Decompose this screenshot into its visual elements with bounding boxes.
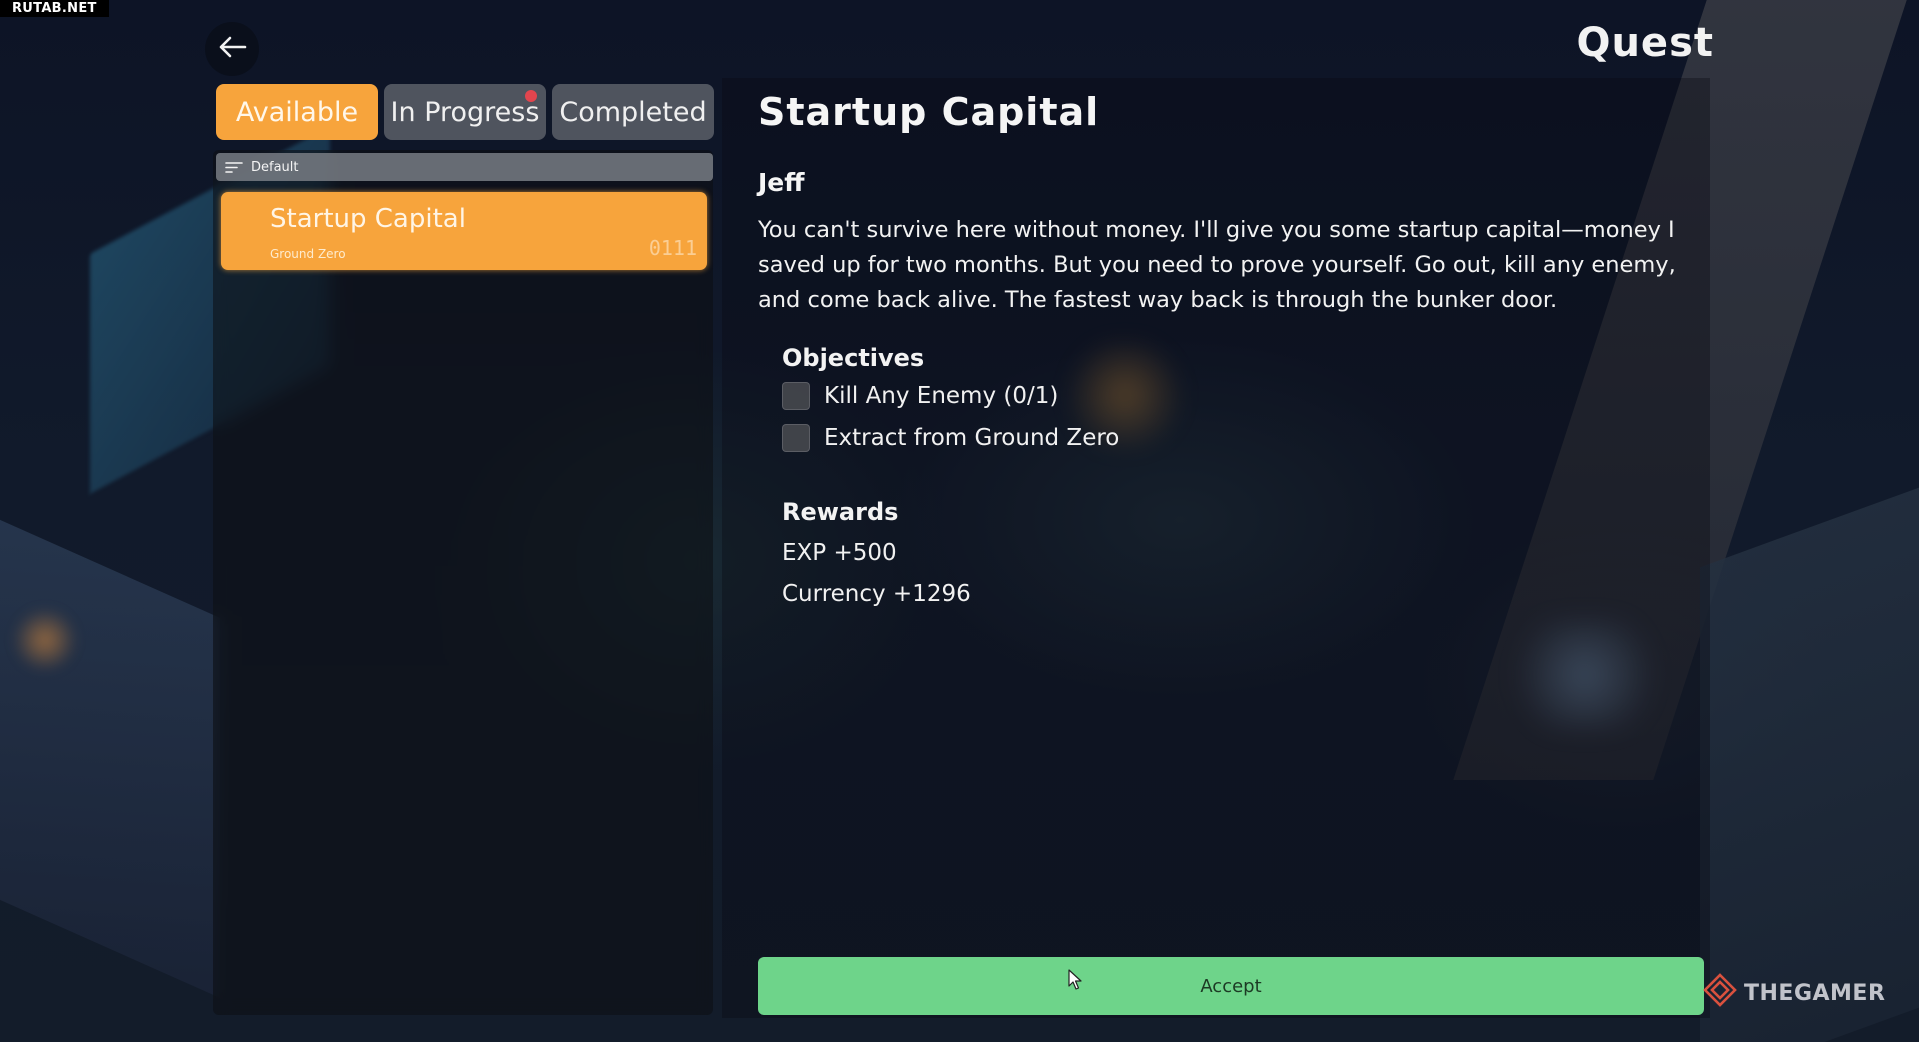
sort-icon (225, 161, 243, 174)
reward-item: EXP +500 (782, 540, 897, 566)
quest-list-panel (213, 150, 713, 1015)
world-light (10, 610, 80, 670)
quest-tabs: Available In Progress Completed (216, 84, 714, 140)
objective-label: Extract from Ground Zero (824, 425, 1120, 451)
quest-list-item[interactable]: Startup Capital Ground Zero 0111 (221, 192, 707, 270)
world-structure (0, 502, 220, 998)
brand-mark-icon (1702, 972, 1744, 1014)
quest-description: You can't survive here without money. I'… (758, 217, 1676, 313)
mouse-cursor-icon (1068, 969, 1084, 995)
rewards-heading: Rewards (782, 498, 899, 526)
world-structure (1700, 472, 1919, 1042)
accept-label: Accept (1200, 975, 1262, 997)
brand-name: THEGAMER (1744, 980, 1886, 1006)
site-watermark: RUTAB.NET (0, 0, 109, 17)
quest-item-name: Startup Capital (270, 204, 466, 234)
arrow-left-icon (217, 35, 247, 63)
accept-button[interactable]: Accept (758, 957, 1704, 1015)
tab-label: In Progress (390, 96, 540, 128)
objective-item: Extract from Ground Zero (782, 424, 1119, 452)
reward-item: Currency +1296 (782, 581, 971, 607)
sort-dropdown[interactable]: Default (216, 153, 713, 181)
tab-label: Available (235, 96, 359, 128)
objectives-heading: Objectives (782, 344, 925, 372)
quest-giver: Jeff (758, 168, 805, 197)
quest-item-code: 0111 (648, 236, 697, 260)
tab-completed[interactable]: Completed (552, 84, 714, 140)
tab-in-progress[interactable]: In Progress (384, 84, 546, 140)
notification-dot (525, 90, 537, 102)
sort-label: Default (251, 159, 299, 175)
tab-available[interactable]: Available (216, 84, 378, 140)
quest-item-location: Ground Zero (270, 247, 346, 261)
quest-title: Startup Capital (758, 90, 1100, 134)
thegamer-logo: THEGAMER (1702, 972, 1885, 1014)
objective-checkbox (782, 424, 810, 452)
objective-checkbox (782, 382, 810, 410)
tab-label: Completed (559, 96, 707, 128)
objective-label: Kill Any Enemy (0/1) (824, 383, 1059, 409)
objective-item: Kill Any Enemy (0/1) (782, 382, 1058, 410)
screen-title: Quest (1576, 20, 1714, 66)
back-button[interactable] (205, 22, 259, 76)
